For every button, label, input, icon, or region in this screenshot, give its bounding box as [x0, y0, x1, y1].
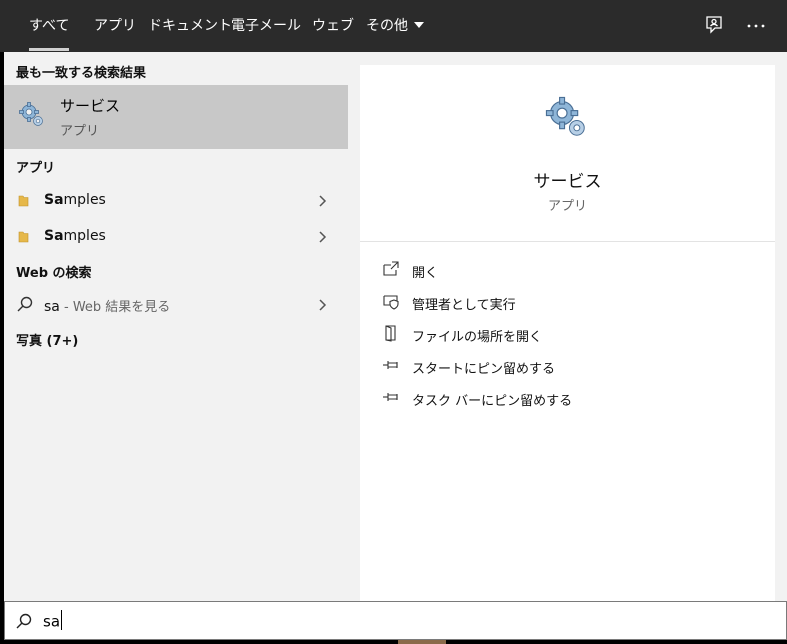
- chevron-right-icon[interactable]: [317, 193, 327, 212]
- app-result-item[interactable]: Samples: [4, 218, 348, 254]
- match-rest: mples: [63, 192, 106, 208]
- action-run-as-admin[interactable]: 管理者として実行: [382, 290, 762, 314]
- apps-header: アプリ: [16, 161, 56, 176]
- folder-icon: [18, 193, 30, 212]
- search-icon: [15, 612, 33, 634]
- match-rest: mples: [63, 228, 106, 244]
- pin-taskbar-icon: [382, 388, 400, 410]
- action-label: スタートにピン留めする: [412, 362, 556, 377]
- results-list: 最も一致する検索結果 サービス アプリ アプリ Samples Samples …: [4, 52, 348, 601]
- text-cursor: [61, 610, 63, 630]
- action-pin-to-taskbar[interactable]: タスク バーにピン留めする: [382, 386, 762, 410]
- match-highlight: Sa: [44, 228, 64, 244]
- divider: [360, 241, 775, 242]
- search-scope-tabbar: すべて アプリ ドキュメント 電子メール ウェブ その他: [0, 0, 787, 52]
- tab-apps[interactable]: アプリ: [94, 0, 136, 52]
- web-search-item[interactable]: sa - Web 結果を見る: [4, 286, 348, 322]
- action-label: 開く: [412, 266, 439, 281]
- app-result-label: Samples: [44, 192, 106, 208]
- tab-apps-label: アプリ: [94, 18, 136, 34]
- tab-web-label: ウェブ: [312, 18, 354, 34]
- action-label: 管理者として実行: [412, 298, 516, 313]
- feedback-icon[interactable]: [703, 14, 727, 38]
- action-pin-to-start[interactable]: スタートにピン留めする: [382, 354, 762, 378]
- chevron-down-icon: [414, 22, 424, 28]
- photos-header[interactable]: 写真 (7+): [16, 330, 78, 349]
- app-result-label: Samples: [44, 228, 106, 244]
- more-icon[interactable]: [744, 14, 768, 38]
- search-input-value: sa: [43, 612, 61, 631]
- search-input[interactable]: sa: [43, 610, 63, 632]
- action-label: ファイルの場所を開く: [412, 330, 543, 345]
- gear-icon: [544, 95, 590, 145]
- best-match-header: 最も一致する検索結果: [16, 66, 147, 81]
- best-match-item[interactable]: サービス アプリ: [4, 85, 348, 149]
- preview-pane: サービス アプリ 開く 管理者として実行 ファイルの場所を開く スタートにピン留…: [360, 65, 775, 601]
- search-icon: [16, 295, 34, 317]
- file-location-icon: [382, 324, 400, 346]
- search-results-panel: 最も一致する検索結果 サービス アプリ アプリ Samples Samples …: [4, 52, 787, 601]
- run-as-admin-icon: [382, 292, 400, 314]
- tab-web[interactable]: ウェブ: [312, 0, 354, 52]
- tab-more[interactable]: その他: [366, 0, 424, 52]
- web-suffix: - Web 結果を見る: [59, 300, 171, 315]
- preview-subtitle: アプリ: [547, 199, 587, 214]
- best-match-title: サービス: [60, 97, 121, 115]
- tab-email-label: 電子メール: [231, 18, 301, 34]
- web-search-header: Web の検索: [16, 266, 92, 281]
- tab-documents-label: ドキュメント: [148, 18, 232, 34]
- chevron-right-icon[interactable]: [317, 229, 327, 248]
- folder-icon: [18, 229, 30, 248]
- search-box[interactable]: sa: [4, 601, 787, 640]
- tab-all[interactable]: すべて: [29, 0, 70, 52]
- open-icon: [382, 260, 400, 282]
- taskbar-highlight: [398, 640, 446, 644]
- chevron-right-icon[interactable]: [317, 297, 327, 316]
- preview-title: サービス: [533, 172, 602, 192]
- app-result-item[interactable]: Samples: [4, 182, 348, 218]
- tab-email[interactable]: 電子メール: [231, 0, 301, 52]
- best-match-subtitle: アプリ: [60, 124, 100, 139]
- action-label: タスク バーにピン留めする: [412, 394, 573, 409]
- action-open[interactable]: 開く: [382, 258, 762, 282]
- web-search-label: sa - Web 結果を見る: [44, 296, 170, 315]
- tab-all-label: すべて: [29, 18, 70, 34]
- tab-documents[interactable]: ドキュメント: [148, 0, 232, 52]
- gear-icon: [18, 101, 46, 133]
- pin-start-icon: [382, 356, 400, 378]
- web-query: sa: [44, 299, 60, 315]
- action-open-file-location[interactable]: ファイルの場所を開く: [382, 322, 762, 346]
- match-highlight: Sa: [44, 192, 64, 208]
- tab-more-label: その他: [366, 18, 408, 34]
